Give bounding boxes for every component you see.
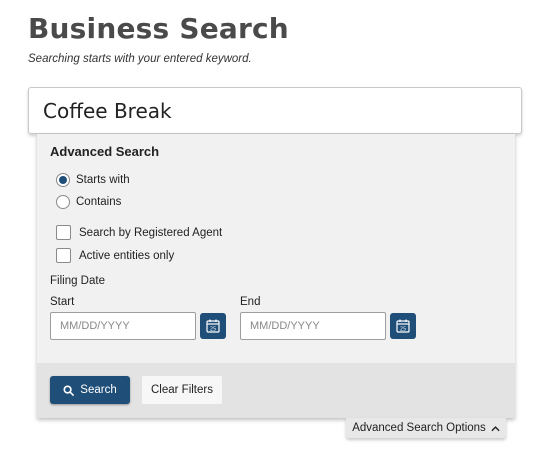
page-subtitle: Searching starts with your entered keywo… bbox=[28, 53, 252, 65]
radio-starts-with[interactable]: Starts with bbox=[56, 173, 130, 187]
radio-contains-label: Contains bbox=[76, 196, 122, 208]
business-search-input[interactable] bbox=[29, 88, 521, 133]
checkbox-active-only-control[interactable] bbox=[56, 248, 71, 263]
advanced-search-panel: Advanced Search Starts with Contains Sea… bbox=[37, 134, 515, 418]
checkbox-registered-agent[interactable]: Search by Registered Agent bbox=[56, 225, 222, 240]
calendar-icon-number: 25 bbox=[210, 327, 216, 333]
chevron-up-icon bbox=[491, 425, 500, 431]
checkbox-active-only[interactable]: Active entities only bbox=[56, 248, 174, 263]
page-title: Business Search bbox=[28, 12, 289, 45]
search-button[interactable]: Search bbox=[50, 376, 130, 404]
start-date-calendar-button[interactable]: 25 bbox=[200, 313, 226, 339]
end-date-calendar-button[interactable]: 25 bbox=[390, 313, 416, 339]
end-date-field bbox=[240, 312, 386, 340]
filing-date-label: Filing Date bbox=[50, 275, 105, 287]
business-search-box bbox=[28, 87, 522, 134]
search-button-label: Search bbox=[80, 384, 117, 396]
checkbox-registered-agent-label: Search by Registered Agent bbox=[79, 226, 223, 239]
calendar-icon-number: 25 bbox=[400, 327, 406, 333]
advanced-search-heading: Advanced Search bbox=[50, 144, 160, 159]
calendar-icon: 25 bbox=[396, 319, 410, 333]
advanced-search-options-label: Advanced Search Options bbox=[352, 422, 486, 434]
start-date-input[interactable] bbox=[51, 313, 195, 339]
radio-contains[interactable]: Contains bbox=[56, 195, 121, 209]
clear-filters-button[interactable]: Clear Filters bbox=[142, 376, 222, 404]
checkbox-registered-agent-control[interactable] bbox=[56, 225, 71, 240]
radio-starts-with-label: Starts with bbox=[76, 174, 130, 186]
checkbox-active-only-label: Active entities only bbox=[79, 249, 175, 262]
calendar-icon: 25 bbox=[206, 319, 220, 333]
start-date-label: Start bbox=[50, 296, 75, 308]
radio-contains-control[interactable] bbox=[56, 195, 70, 209]
end-date-label: End bbox=[240, 296, 261, 308]
advanced-search-options-toggle[interactable]: Advanced Search Options bbox=[346, 418, 506, 438]
search-icon bbox=[63, 384, 75, 396]
end-date-input[interactable] bbox=[241, 313, 385, 339]
radio-starts-with-control[interactable] bbox=[56, 173, 70, 187]
start-date-field bbox=[50, 312, 196, 340]
